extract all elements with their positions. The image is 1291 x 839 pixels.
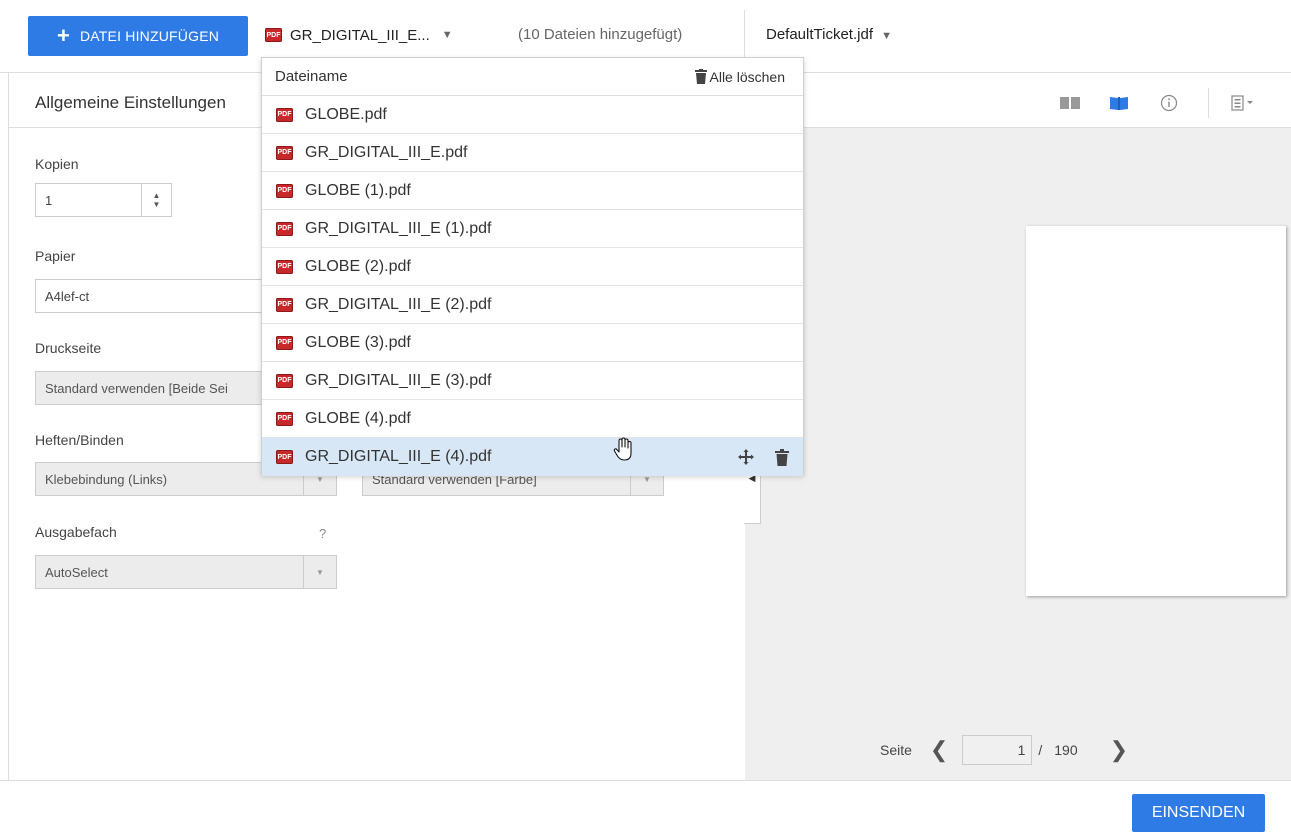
clear-all-button[interactable]: Alle löschen xyxy=(694,68,786,85)
book-view-icon[interactable] xyxy=(1108,92,1130,114)
paper-label: Papier xyxy=(35,248,76,264)
plus-icon: + xyxy=(56,23,70,48)
file-name: GR_DIGITAL_III_E (3).pdf xyxy=(305,371,492,389)
file-list-dropdown: Dateiname Alle löschen PDF GLOBE.pdf PDF GR… xyxy=(261,57,804,476)
file-name: GR_DIGITAL_III_E (1).pdf xyxy=(305,219,492,237)
paper-value: A4lef-ct xyxy=(45,288,90,304)
file-list-item[interactable]: PDF GLOBE (2).pdf xyxy=(262,248,803,286)
print-side-label: Druckseite xyxy=(35,340,102,356)
toolbar-divider xyxy=(744,10,745,62)
file-name: GLOBE (2).pdf xyxy=(305,257,411,275)
chevron-right-icon[interactable]: ❯ xyxy=(1078,739,1142,761)
pdf-file-icon: PDF xyxy=(276,373,293,388)
files-added-count: (10 Dateien hinzugefügt) xyxy=(518,26,683,43)
pdf-file-icon: PDF xyxy=(276,450,293,464)
file-selector[interactable]: PDF GR_DIGITAL_III_E... ▼ xyxy=(265,22,453,48)
chevron-left-icon[interactable]: ❮ xyxy=(916,739,962,761)
ticket-name: DefaultTicket.jdf xyxy=(766,26,873,43)
pdf-file-icon: PDF xyxy=(276,107,293,122)
current-file-name: GR_DIGITAL_III_E... xyxy=(290,26,430,44)
print-side-select[interactable]: Standard verwenden [Beide Sei xyxy=(35,371,265,405)
pdf-file-icon: PDF xyxy=(265,28,282,42)
file-list-item[interactable]: PDF GR_DIGITAL_III_E (2).pdf xyxy=(262,286,803,324)
footer-border xyxy=(0,780,1291,781)
add-file-label: DATEI HINZUFÜGEN xyxy=(80,28,220,44)
hand-cursor-icon xyxy=(612,437,636,463)
two-page-view-icon[interactable] xyxy=(1059,92,1081,114)
filename-column-header: Dateiname xyxy=(275,68,348,85)
pdf-file-icon: PDF xyxy=(276,411,293,426)
info-icon[interactable] xyxy=(1158,92,1180,114)
copies-label: Kopien xyxy=(35,156,79,172)
copies-stepper[interactable]: 1 ▲ ▼ xyxy=(35,183,172,217)
file-list-item[interactable]: PDF GR_DIGITAL_III_E (4).pdf xyxy=(262,438,803,476)
pdf-file-icon: PDF xyxy=(276,183,293,198)
file-name: GLOBE (4).pdf xyxy=(305,409,411,427)
row-actions xyxy=(737,438,789,476)
file-list-item[interactable]: PDF GR_DIGITAL_III_E (3).pdf xyxy=(262,362,803,400)
file-list-item[interactable]: PDF GLOBE (3).pdf xyxy=(262,324,803,362)
print-side-value: Standard verwenden [Beide Sei xyxy=(45,380,228,396)
chevron-down-icon: ▼ xyxy=(441,29,453,41)
pdf-file-icon: PDF xyxy=(276,145,293,160)
file-list-item[interactable]: PDF GR_DIGITAL_III_E (1).pdf xyxy=(262,210,803,248)
output-tray-label: Ausgabefach xyxy=(35,524,117,540)
toolbar-divider xyxy=(1208,88,1209,118)
trash-icon[interactable] xyxy=(775,448,789,466)
pager: Seite ❮ 1 / 190 ❯ xyxy=(880,735,1142,765)
add-file-button[interactable]: + DATEI HINZUFÜGEN xyxy=(28,16,248,56)
paper-field[interactable]: A4lef-ct xyxy=(35,279,265,313)
file-list-item[interactable]: PDF GLOBE (1).pdf xyxy=(262,172,803,210)
stepper-arrows-icon[interactable]: ▲ ▼ xyxy=(141,184,171,216)
layout-menu-icon[interactable] xyxy=(1229,92,1259,114)
output-tray-select[interactable]: AutoSelect ▼ xyxy=(35,555,337,589)
pager-label: Seite xyxy=(880,742,912,758)
staple-value: Klebebindung (Links) xyxy=(45,471,168,487)
file-list-header: Dateiname Alle löschen xyxy=(262,58,803,96)
chevron-down-icon: ▼ xyxy=(881,30,893,42)
file-name: GR_DIGITAL_III_E.pdf xyxy=(305,143,468,161)
pdf-file-icon: PDF xyxy=(276,221,293,236)
move-icon[interactable] xyxy=(737,448,755,466)
preview-toolbar xyxy=(745,80,1291,128)
file-name: GR_DIGITAL_III_E (2).pdf xyxy=(305,295,492,313)
pager-separator: / xyxy=(1038,742,1043,758)
page-total: 190 xyxy=(1054,742,1078,758)
file-name: GLOBE (1).pdf xyxy=(305,181,411,199)
file-list-item[interactable]: PDF GLOBE.pdf xyxy=(262,96,803,134)
file-name: GLOBE.pdf xyxy=(305,105,387,123)
settings-title: Allgemeine Einstellungen xyxy=(35,93,226,112)
file-name: GR_DIGITAL_III_E (4).pdf xyxy=(305,448,492,465)
chevron-down-icon: ▼ xyxy=(303,556,336,588)
output-help-icon[interactable]: ? xyxy=(319,526,326,541)
clear-all-label: Alle löschen xyxy=(709,68,786,85)
page-number-input[interactable]: 1 xyxy=(962,735,1033,765)
pdf-file-icon: PDF xyxy=(276,259,293,274)
ticket-selector[interactable]: DefaultTicket.jdf ▼ xyxy=(766,26,892,43)
trash-icon xyxy=(694,69,707,84)
pdf-file-icon: PDF xyxy=(276,297,293,312)
pdf-file-icon: PDF xyxy=(276,335,293,350)
file-list-item[interactable]: PDF GLOBE (4).pdf xyxy=(262,400,803,438)
copies-value: 1 xyxy=(45,192,53,208)
file-name: GLOBE (3).pdf xyxy=(305,333,411,351)
submit-button[interactable]: EINSENDEN xyxy=(1132,794,1265,832)
staple-label: Heften/Binden xyxy=(35,432,124,448)
file-list-item[interactable]: PDF GR_DIGITAL_III_E.pdf xyxy=(262,134,803,172)
page-preview xyxy=(1026,226,1286,596)
output-tray-value: AutoSelect xyxy=(45,564,108,580)
